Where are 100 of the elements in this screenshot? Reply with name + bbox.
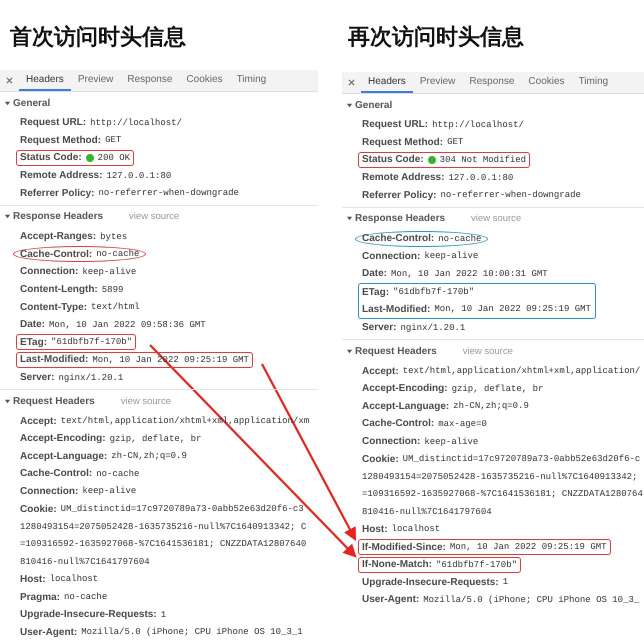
header-name: Accept: xyxy=(20,416,57,427)
header-value: max-age=0 xyxy=(438,418,487,429)
header-name: Cache-Control: xyxy=(20,248,92,260)
view-source-link[interactable]: view source xyxy=(120,396,171,407)
header-value: gzip, deflate, br xyxy=(452,384,544,394)
tab[interactable]: Response xyxy=(462,72,522,93)
tab[interactable]: Preview xyxy=(70,70,120,91)
header-value: keep-alive xyxy=(82,486,136,496)
header-name: Date: xyxy=(20,319,46,330)
header-value: keep-alive xyxy=(82,266,136,277)
header-value: 810416-null%7C1641797604 xyxy=(20,556,150,567)
header-value: "61dbfb7f-170b" xyxy=(393,287,474,298)
header-value: Mon, 10 Jan 2022 09:25:19 GMT xyxy=(434,304,591,314)
header-value: no-referrer-when-downgrade xyxy=(440,190,581,200)
tab[interactable]: Cookies xyxy=(179,70,230,91)
header-value: UM_distinctid=17c9720789a73-0abb52e63d20f6-c3 xyxy=(60,504,304,514)
header-value: keep-alive xyxy=(424,251,478,262)
header-value: UM_distinctid=17c9720789a73-0abb52e63d20f6-c xyxy=(402,454,640,464)
header-value: 810416-null%7C1641797604 xyxy=(362,506,492,517)
header-value: bytes xyxy=(100,232,128,242)
header-name: Cache-Control: xyxy=(20,468,92,480)
header-name: Server: xyxy=(20,372,54,384)
header-name: Request Method: xyxy=(20,134,102,146)
header-value: keep-alive xyxy=(424,436,478,447)
header-name: Request Method: xyxy=(362,136,444,148)
header-name: Connection: xyxy=(362,436,420,448)
header-value: 1280493154=2075052428-1635735216-null%7C1640913342; C xyxy=(20,522,306,532)
header-value: Mon, 10 Jan 2022 09:58:36 GMT xyxy=(49,320,206,330)
header-name: Connection: xyxy=(362,250,420,262)
header-value: 5899 xyxy=(102,284,124,295)
header-name: Remote Address: xyxy=(20,170,102,182)
view-source-link[interactable]: view source xyxy=(462,346,513,357)
header-value: no-referrer-when-downgrade xyxy=(98,188,239,198)
header-name: Accept-Encoding: xyxy=(362,383,448,394)
tab[interactable]: Preview xyxy=(412,72,462,93)
section-title[interactable]: Request Headers xyxy=(355,346,437,357)
header-name: Referrer Policy: xyxy=(20,188,94,199)
header-value: Mon, 10 Jan 2022 09:25:19 GMT xyxy=(450,542,607,552)
header-name: Accept-Language: xyxy=(362,400,450,412)
header-value: http://localhost/ xyxy=(90,118,182,128)
header-name: Accept-Ranges: xyxy=(20,231,96,242)
header-value: 127.0.0.1:80 xyxy=(448,172,514,183)
header-name: Last-Modified: xyxy=(20,354,88,366)
expanded-triangle-icon[interactable] xyxy=(4,398,11,405)
expanded-triangle-icon[interactable] xyxy=(4,213,11,220)
section-title[interactable]: General xyxy=(13,98,50,108)
header-value: Mozilla/5.0 (iPhone; CPU iPhone OS 10_3_ xyxy=(423,594,640,605)
header-value: "61dbfb7f-170b" xyxy=(436,560,518,570)
header-name: Server: xyxy=(362,322,396,334)
tab[interactable]: Timing xyxy=(572,72,616,93)
tab[interactable]: Cookies xyxy=(521,72,572,93)
header-value: no-cache xyxy=(64,592,108,602)
header-value: localhost xyxy=(392,524,440,534)
header-name: Cache-Control: xyxy=(362,233,434,244)
header-value: http://localhost/ xyxy=(432,120,524,130)
header-value: text/html xyxy=(91,302,140,312)
heading: 再次访问时头信息 xyxy=(347,24,525,52)
header-name: Remote Address: xyxy=(362,172,444,184)
header-value: =109316592-1635927068-%7C1641536181; CNZZDATA12807640 xyxy=(20,539,306,550)
section-title[interactable]: Request Headers xyxy=(13,396,95,407)
expanded-triangle-icon[interactable] xyxy=(346,348,353,355)
header-name: Connection: xyxy=(20,266,78,278)
header-name: Connection: xyxy=(20,486,78,497)
header-value: nginx/1.20.1 xyxy=(58,372,124,383)
header-name: User-Agent: xyxy=(362,594,420,606)
header-value: "61dbfb7f-170b" xyxy=(51,337,132,348)
header-name: Accept-Language: xyxy=(20,450,108,462)
header-value: zh-CN,zh;q=0.9 xyxy=(111,451,187,462)
tab[interactable]: Headers xyxy=(19,70,71,91)
view-source-link[interactable]: view source xyxy=(129,211,180,222)
tab[interactable]: Timing xyxy=(230,70,274,91)
header-value: GET xyxy=(447,137,464,148)
tab[interactable]: Response xyxy=(120,70,180,91)
header-value: =109316592-1635927068-%7C1641536181; CNZZDATA1280764 xyxy=(362,489,643,500)
expanded-triangle-icon[interactable] xyxy=(346,102,353,108)
view-source-link[interactable]: view source xyxy=(471,213,522,224)
expanded-triangle-icon[interactable] xyxy=(4,100,11,106)
header-name: ETag: xyxy=(20,336,48,348)
section-title[interactable]: Response Headers xyxy=(355,213,446,224)
header-value: no-cache xyxy=(96,249,140,260)
header-name: If-None-Match: xyxy=(362,559,432,570)
header-name: Accept: xyxy=(362,366,399,377)
close-icon[interactable] xyxy=(348,79,355,86)
section-title[interactable]: General xyxy=(355,100,392,110)
header-name: Status Code: xyxy=(362,154,424,166)
header-name: Status Code: xyxy=(20,152,82,164)
header-name: Request URL: xyxy=(20,117,86,128)
header-name: Referrer Policy: xyxy=(362,190,436,201)
header-name: Date: xyxy=(362,268,388,280)
expanded-triangle-icon[interactable] xyxy=(346,215,353,222)
header-value: localhost xyxy=(50,574,98,584)
header-value: 1 xyxy=(160,610,166,620)
header-value: 127.0.0.1:80 xyxy=(106,170,172,181)
header-value: Mon, 10 Jan 2022 10:00:31 GMT xyxy=(391,268,548,279)
header-value: gzip, deflate, br xyxy=(110,434,202,444)
section-title[interactable]: Response Headers xyxy=(13,211,104,222)
header-name: Accept-Encoding: xyxy=(20,433,106,444)
tab[interactable]: Headers xyxy=(361,72,413,93)
header-value: nginx/1.20.1 xyxy=(400,322,466,333)
close-icon[interactable] xyxy=(6,77,13,84)
